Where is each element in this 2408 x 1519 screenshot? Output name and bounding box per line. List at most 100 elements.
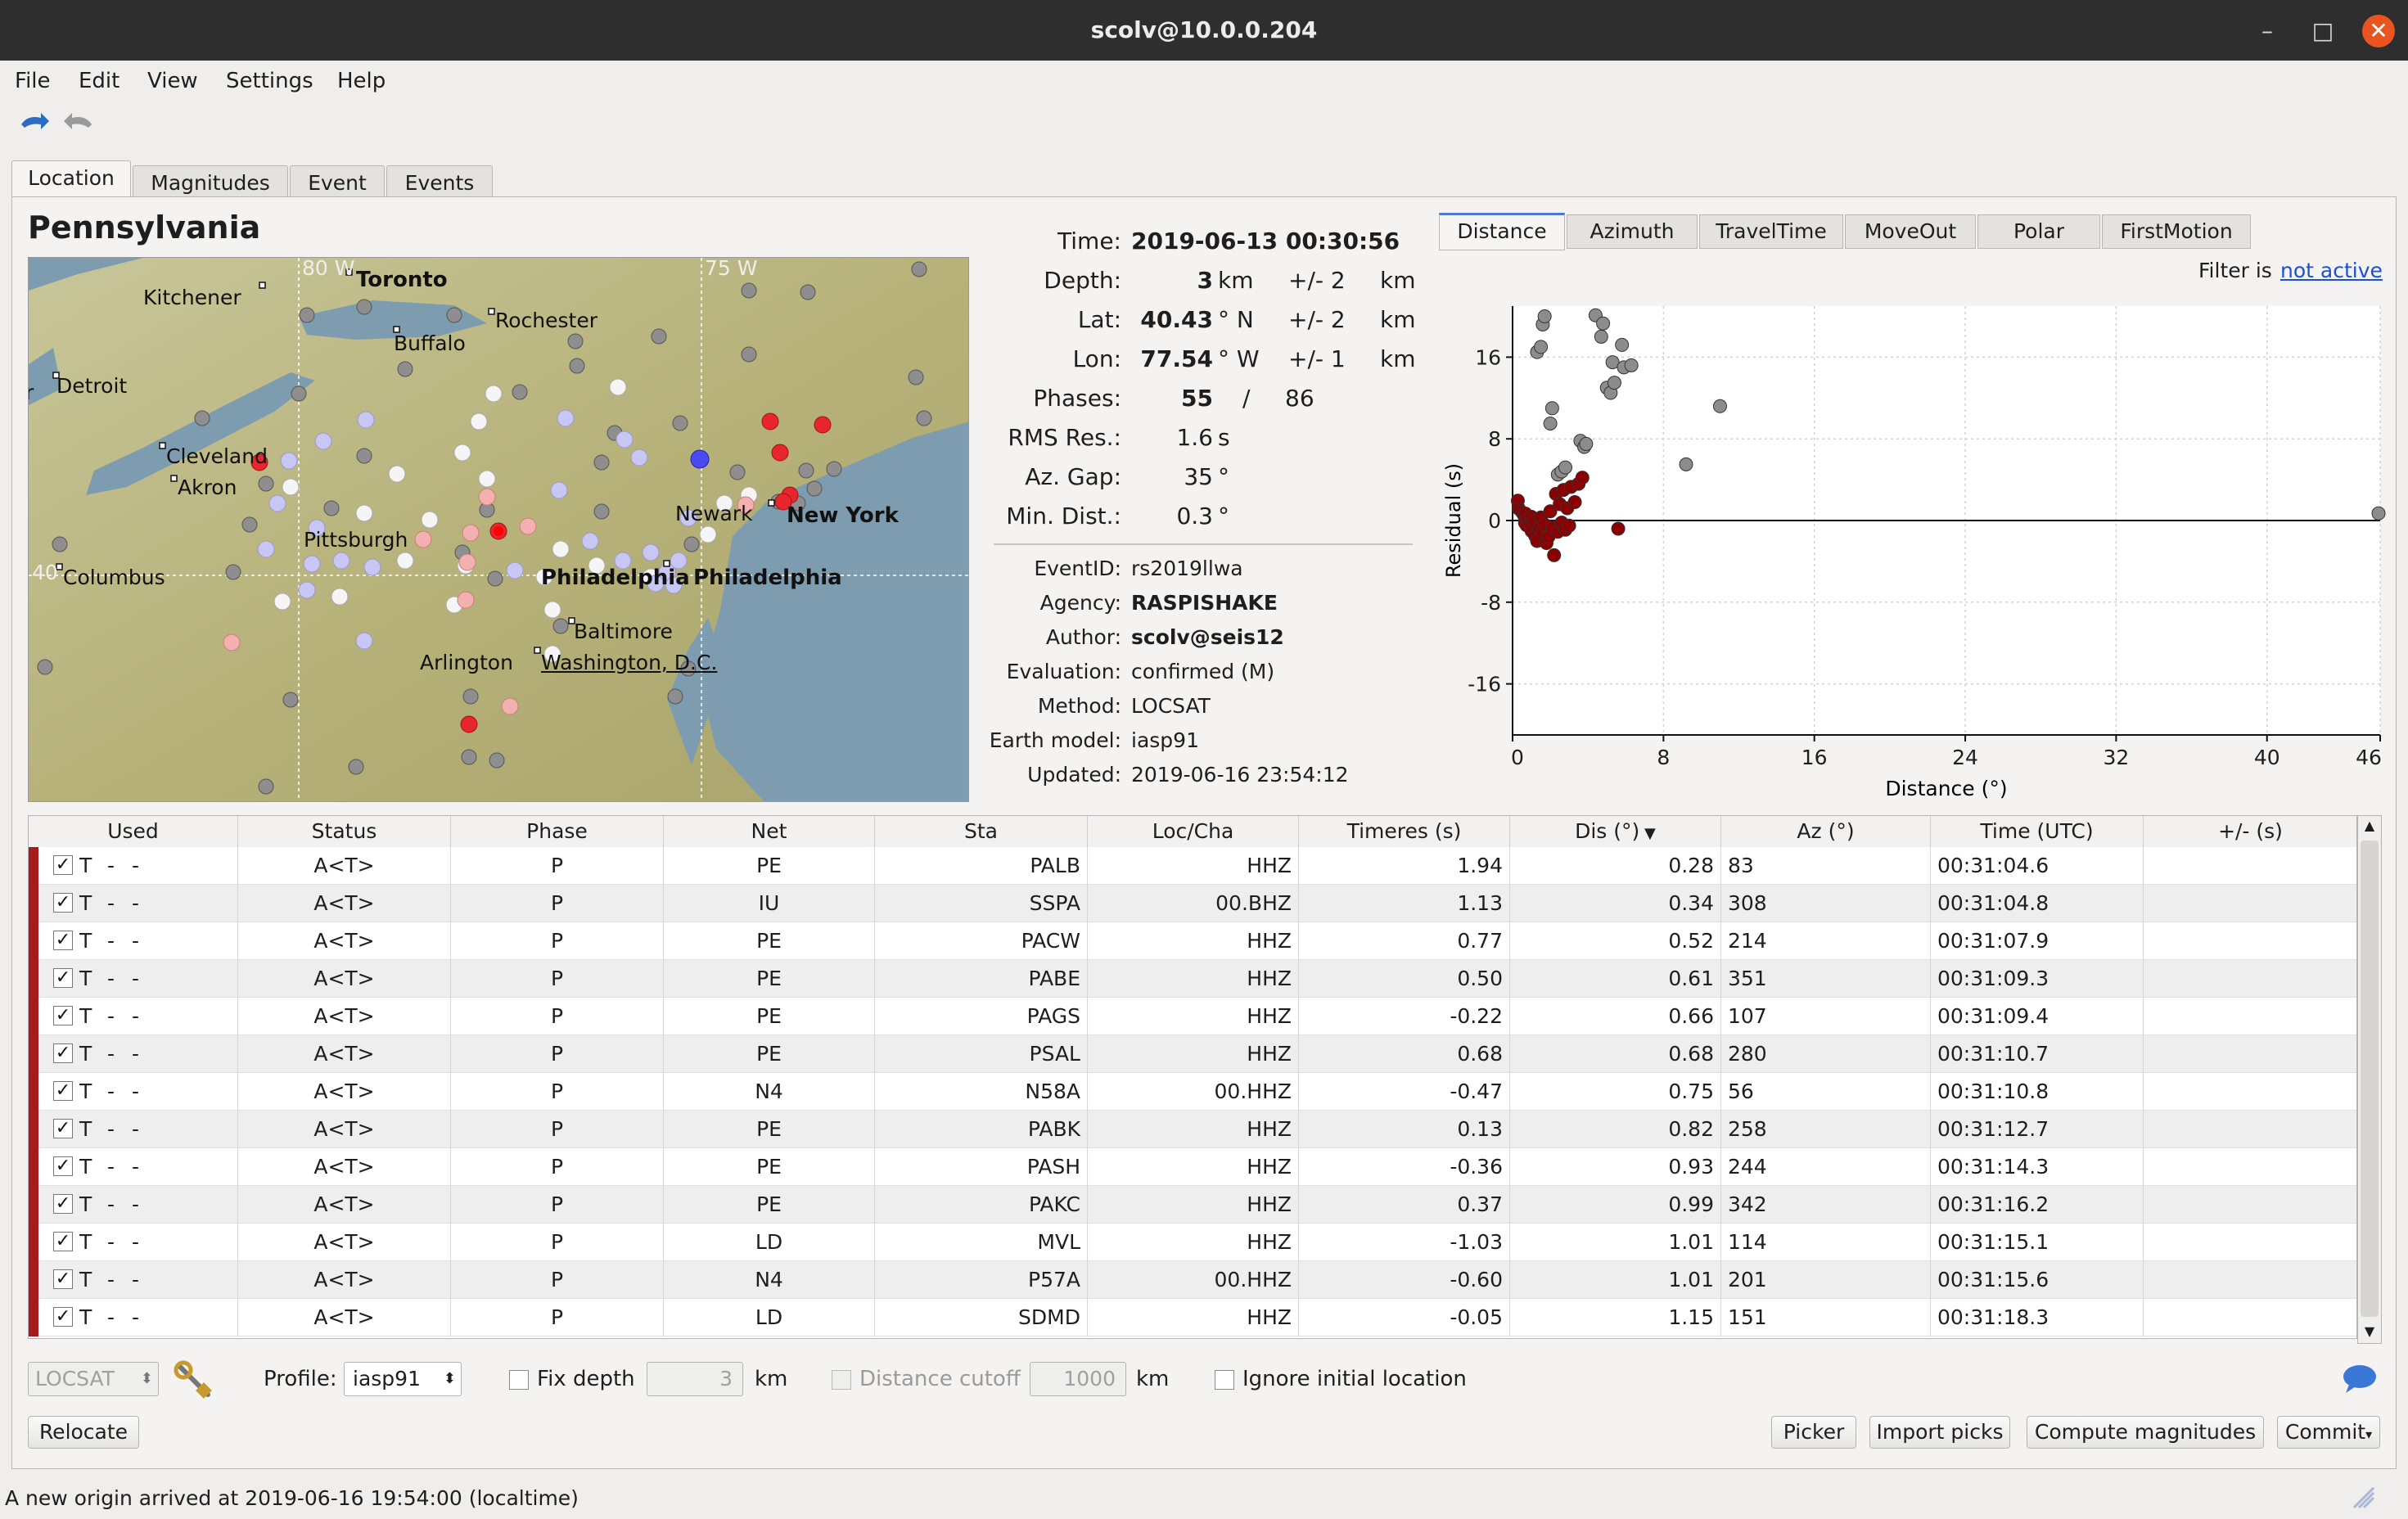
table-row[interactable]: ✓ T - - A<T> P N4 P57A 00.HHZ -0.60 1.01 201 00:31:1…: [29, 1261, 2356, 1299]
residual-distance-plot[interactable]: 0 8 16 24 32 40 46 16 8 0 -8 -16 Distance (°) Resi…: [1437, 286, 2387, 810]
tab-traveltime[interactable]: TravelTime: [1699, 214, 1843, 249]
column-header-net[interactable]: Net: [664, 816, 875, 847]
close-button[interactable]: ✕: [2362, 15, 2395, 47]
cell-used: ✓ T - -: [29, 1148, 238, 1186]
ignore-initial-location-checkbox[interactable]: [1215, 1370, 1234, 1390]
used-checkbox[interactable]: ✓: [53, 1081, 73, 1101]
fix-depth-checkbox[interactable]: [509, 1370, 529, 1390]
cell-status: A<T>: [238, 885, 451, 922]
cell-err: [2144, 998, 2356, 1035]
wrench-icon[interactable]: [174, 1360, 218, 1400]
table-vertical-scrollbar[interactable]: ▲ ▼: [2357, 815, 2382, 1344]
cell-used: ✓ T - -: [29, 1111, 238, 1148]
tab-polar[interactable]: Polar: [1977, 214, 2100, 249]
used-checkbox[interactable]: ✓: [53, 1232, 73, 1251]
redo-icon[interactable]: [62, 106, 97, 137]
filter-toggle-link[interactable]: not active: [2280, 259, 2383, 282]
locator-select[interactable]: LOCSAT ⬍: [28, 1362, 159, 1396]
column-header-az[interactable]: Az (°): [1721, 816, 1931, 847]
cell-timeres: -0.47: [1299, 1073, 1510, 1111]
tab-location[interactable]: Location: [11, 160, 131, 201]
table-row[interactable]: ✓ T - - A<T> P PE PAGS HHZ -0.22 0.66 107 00:31:09.4: [29, 998, 2356, 1035]
undo-icon[interactable]: [16, 106, 51, 137]
used-checkbox[interactable]: ✓: [53, 1043, 73, 1063]
tab-firstmotion[interactable]: FirstMotion: [2102, 214, 2251, 249]
table-row[interactable]: ✓ T - - A<T> P PE PABE HHZ 0.50 0.61 351 00:31:09.3: [29, 960, 2356, 998]
y-tick-labels: 16 8 0 -8 -16: [1468, 345, 1513, 696]
column-header-err[interactable]: +/- (s): [2144, 816, 2356, 847]
cell-az: 258: [1721, 1111, 1931, 1148]
residual-point: [1544, 401, 1559, 416]
cell-az: 151: [1721, 1299, 1931, 1336]
cell-err: [2144, 1035, 2356, 1073]
table-row[interactable]: ✓ T - - A<T> P N4 N58A 00.HHZ -0.47 0.75 56 00:31:10…: [29, 1073, 2356, 1111]
map-city-label: Philadelphia: [541, 566, 690, 590]
picker-button[interactable]: Picker: [1771, 1416, 1856, 1449]
minimize-button[interactable]: –: [2251, 15, 2284, 47]
used-checkbox[interactable]: ✓: [53, 1156, 73, 1176]
column-header-status[interactable]: Status: [238, 816, 451, 847]
used-checkbox[interactable]: ✓: [53, 931, 73, 950]
tab-azimuth[interactable]: Azimuth: [1567, 214, 1698, 249]
menu-edit[interactable]: Edit: [79, 69, 119, 93]
cell-timeres: -0.60: [1299, 1261, 1510, 1299]
commit-button[interactable]: Commit▾: [2277, 1416, 2380, 1449]
cell-time: 00:31:16.2: [1931, 1186, 2144, 1224]
tab-distance[interactable]: Distance: [1439, 213, 1565, 250]
scrollbar-thumb[interactable]: [2361, 841, 2379, 1317]
table-row[interactable]: ✓ T - - A<T> P PE PASH HHZ -0.36 0.93 244 00:31:14.3: [29, 1148, 2356, 1186]
used-checkbox[interactable]: ✓: [53, 893, 73, 913]
table-row[interactable]: ✓ T - - A<T> P PE PSAL HHZ 0.68 0.68 280 00:31:10.7: [29, 1035, 2356, 1073]
column-header-sta[interactable]: Sta: [875, 816, 1088, 847]
used-checkbox[interactable]: ✓: [53, 1269, 73, 1289]
used-backazimuth-flag: -: [107, 967, 115, 990]
menu-file[interactable]: File: [15, 69, 51, 93]
table-row[interactable]: ✓ T - - A<T> P LD MVL HHZ -1.03 1.01 114 00:31:15.1: [29, 1224, 2356, 1261]
column-header-loccha[interactable]: Loc/Cha: [1088, 816, 1299, 847]
fix-depth-input[interactable]: 3: [647, 1362, 743, 1396]
compute-magnitudes-button[interactable]: Compute magnitudes: [2027, 1416, 2264, 1449]
distance-cutoff-input[interactable]: 1000: [1030, 1362, 1126, 1396]
cell-status: A<T>: [238, 1073, 451, 1111]
tab-moveout[interactable]: MoveOut: [1845, 214, 1976, 249]
column-header-used[interactable]: Used: [29, 816, 238, 847]
column-header-timeres[interactable]: Timeres (s): [1299, 816, 1510, 847]
maximize-button[interactable]: □: [2307, 15, 2339, 47]
table-row[interactable]: ✓ T - - A<T> P PE PALB HHZ 1.94 0.28 83 00:31:04.6: [29, 847, 2356, 885]
method-label: Method:: [1037, 694, 1121, 718]
table-row[interactable]: ✓ T - - A<T> P PE PABK HHZ 0.13 0.82 258 00:31:12.7: [29, 1111, 2356, 1148]
used-checkbox[interactable]: ✓: [53, 1006, 73, 1025]
menu-help[interactable]: Help: [337, 69, 386, 93]
menu-view[interactable]: View: [147, 69, 198, 93]
used-checkbox[interactable]: ✓: [53, 968, 73, 988]
relocate-button[interactable]: Relocate: [28, 1416, 139, 1449]
used-time-flag: T: [79, 1268, 92, 1291]
chat-bubble-icon[interactable]: [2341, 1362, 2379, 1395]
table-row[interactable]: ✓ T - - A<T> P PE PAKC HHZ 0.37 0.99 342 00:31:16.2: [29, 1186, 2356, 1224]
profile-select[interactable]: iasp91 ⬍: [344, 1362, 462, 1396]
residual-point: [1567, 495, 1582, 510]
column-header-time[interactable]: Time (UTC): [1931, 816, 2144, 847]
cell-used: ✓ T - -: [29, 960, 238, 998]
table-row[interactable]: ✓ T - - A<T> P PE PACW HHZ 0.77 0.52 214 00:31:07.9: [29, 922, 2356, 960]
used-checkbox[interactable]: ✓: [53, 855, 73, 875]
scroll-up-arrow[interactable]: ▲: [2361, 818, 2378, 834]
used-checkbox[interactable]: ✓: [53, 1307, 73, 1327]
distance-cutoff-checkbox[interactable]: [832, 1370, 851, 1390]
author-value: scolv@seis12: [1131, 625, 1284, 649]
cell-err: [2144, 1148, 2356, 1186]
used-backazimuth-flag: -: [107, 891, 115, 915]
column-header-dis[interactable]: Dis (°) ▼: [1510, 816, 1721, 847]
used-checkbox[interactable]: ✓: [53, 1119, 73, 1138]
scroll-down-arrow[interactable]: ▼: [2361, 1323, 2378, 1340]
cell-used: ✓ T - -: [29, 1261, 238, 1299]
table-row[interactable]: ✓ T - - A<T> P LD SDMD HHZ -0.05 1.15 151 00:31:18.3: [29, 1299, 2356, 1336]
map-view[interactable]: 80 W 75 W 40 Toronto Kitchener Rochester…: [28, 257, 969, 802]
residual-point: [1534, 340, 1549, 354]
cell-loccha: 00.BHZ: [1088, 885, 1299, 922]
used-checkbox[interactable]: ✓: [53, 1194, 73, 1214]
import-picks-button[interactable]: Import picks: [1869, 1416, 2010, 1449]
column-header-phase[interactable]: Phase: [451, 816, 664, 847]
table-row[interactable]: ✓ T - - A<T> P IU SSPA 00.BHZ 1.13 0.34 308 00:31:04…: [29, 885, 2356, 922]
menu-settings[interactable]: Settings: [226, 69, 313, 93]
